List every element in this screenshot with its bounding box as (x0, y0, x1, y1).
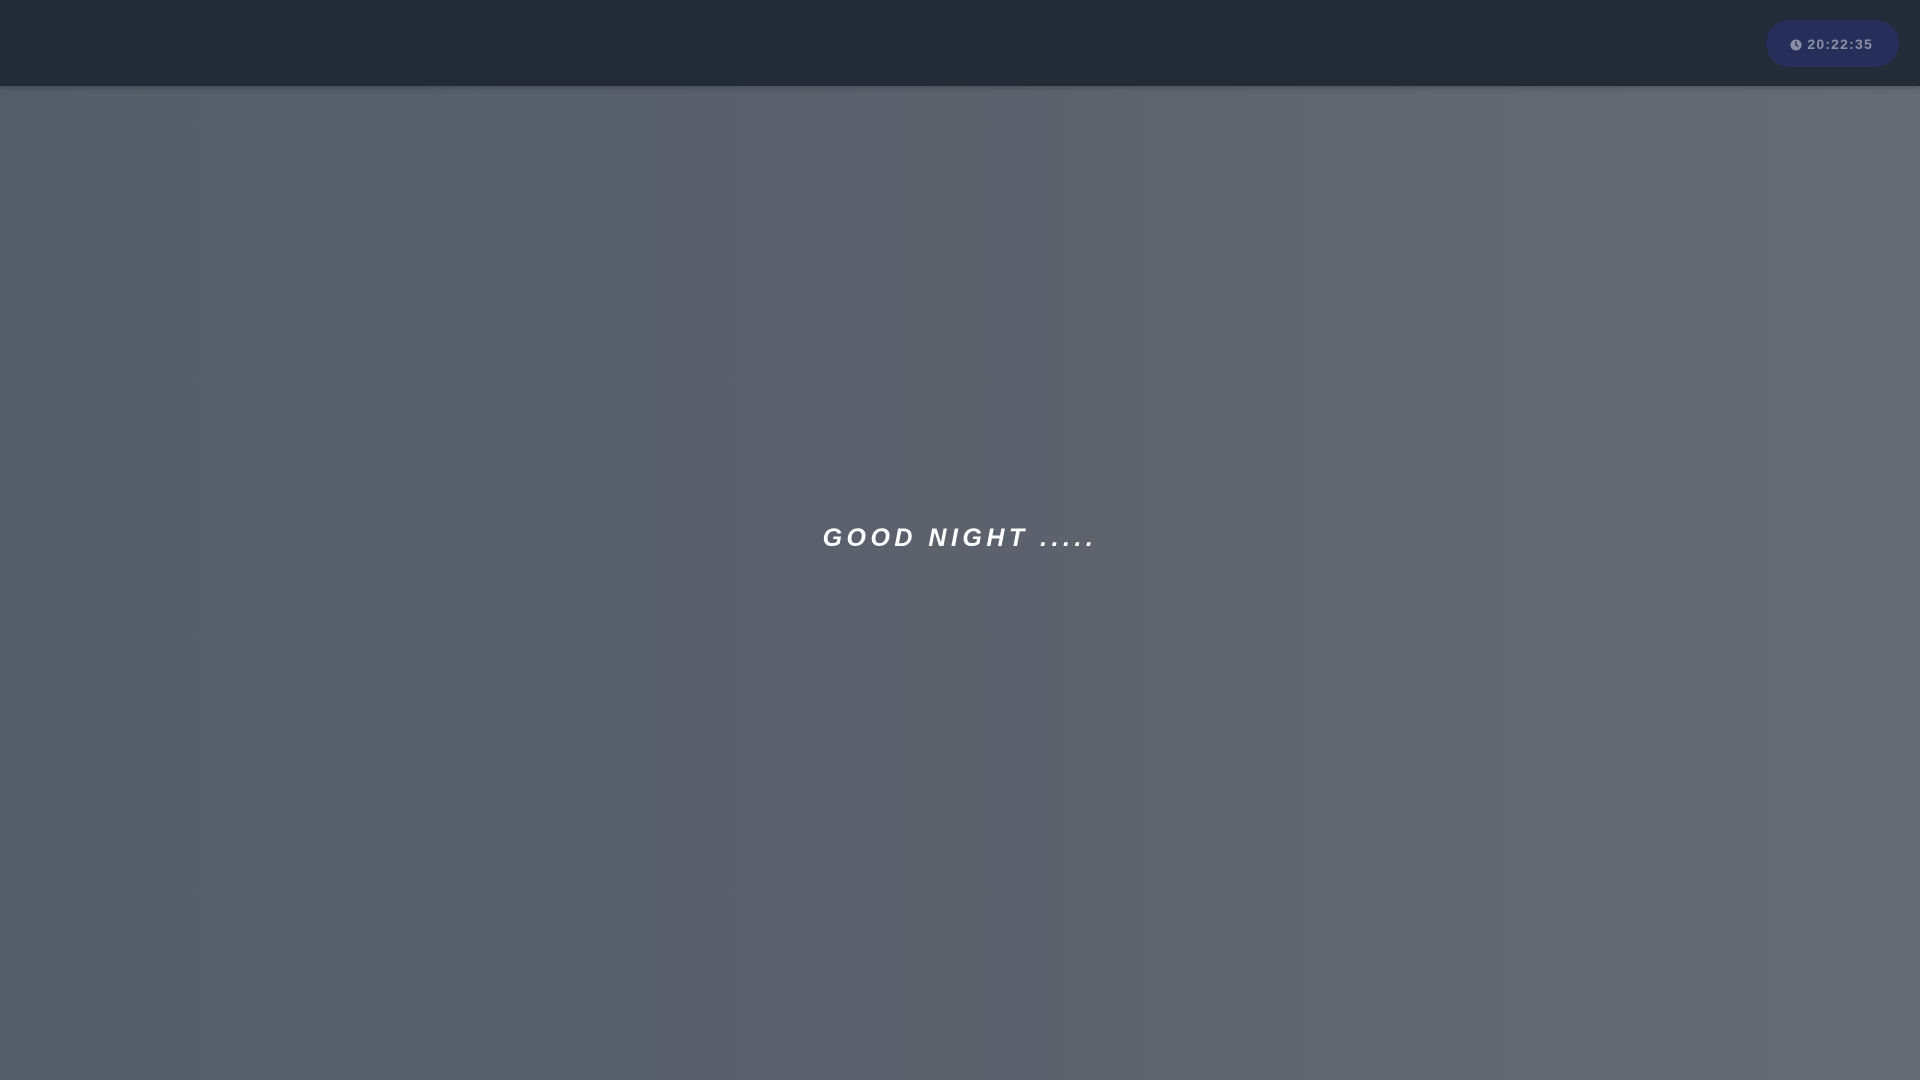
clock-icon (1790, 38, 1802, 50)
clock-badge[interactable]: 20:22:35 (1766, 20, 1899, 67)
clock-time: 20:22:35 (1807, 35, 1873, 52)
top-bar: 20:22:35 (0, 0, 1920, 86)
greeting-text: GOOD NIGHT ..... (822, 524, 1098, 552)
